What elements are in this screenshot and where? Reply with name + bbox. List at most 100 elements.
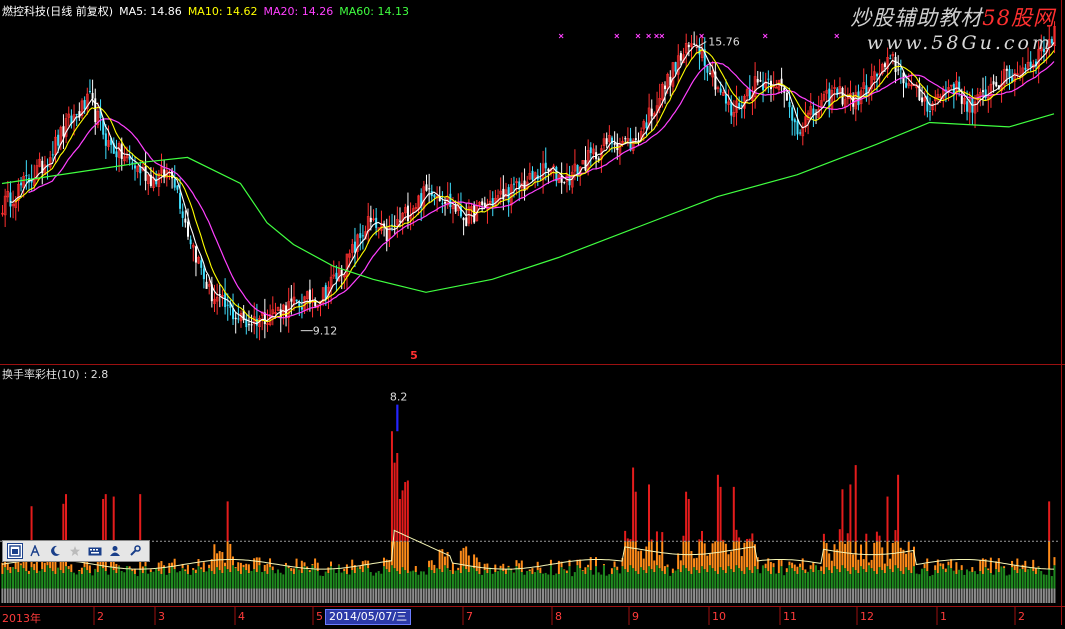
turnover-base (955, 588, 957, 603)
turnover-base (205, 588, 207, 603)
current-date-box: 2014/05/07/三 (325, 609, 411, 625)
star-icon[interactable] (67, 543, 83, 559)
turnover-low (20, 565, 22, 588)
turnover-low (433, 573, 435, 588)
turnover-low (131, 571, 133, 588)
turnover-base (274, 588, 276, 603)
turnover-mid (521, 561, 523, 573)
turnover-base (49, 588, 51, 603)
turnover-low (428, 567, 430, 588)
turnover-mid (863, 559, 865, 569)
candle-body (105, 133, 107, 145)
turnover-mid (192, 568, 194, 570)
candle-body (1009, 69, 1011, 77)
moon-icon[interactable] (47, 543, 63, 559)
candle-body (115, 151, 117, 157)
turnover-mid (200, 567, 202, 569)
candle-body (929, 111, 931, 112)
wrench-icon[interactable] (127, 543, 143, 559)
turnover-low (579, 568, 581, 588)
turnover-mid (979, 560, 981, 571)
signal-mark (647, 34, 651, 38)
turnover-base (494, 588, 496, 603)
turnover-mid (351, 560, 353, 570)
turnover-mid (847, 541, 849, 571)
turnover-base (264, 588, 266, 603)
turnover-low (240, 574, 242, 589)
turnover-base (794, 588, 796, 603)
turnover-mid (1032, 560, 1034, 571)
turnover-low (982, 574, 984, 589)
turnover-low (979, 571, 981, 588)
turnover-low (844, 568, 846, 588)
turnover-mid (841, 541, 843, 565)
turnover-base (224, 588, 226, 603)
candle-body (190, 240, 192, 245)
turnover-high (105, 494, 107, 541)
turnover-low (847, 571, 849, 588)
turnover-mid (831, 561, 833, 573)
turnover-base (465, 588, 467, 603)
turnover-base (661, 588, 663, 603)
turnover-low (354, 573, 356, 588)
turnover-low (208, 568, 210, 588)
person-icon[interactable] (107, 543, 123, 559)
turnover-base (176, 588, 178, 603)
high-label: 15.76 (708, 36, 740, 49)
turnover-base (812, 588, 814, 603)
turnover-low (940, 566, 942, 588)
turnover-base (632, 588, 634, 603)
turnover-base (391, 588, 393, 603)
turnover-low (818, 570, 820, 589)
turnover-mid (791, 563, 793, 568)
turnover-base (1040, 588, 1042, 603)
turnover-low (168, 573, 170, 588)
keyboard-icon[interactable] (87, 543, 103, 559)
candle-body (62, 126, 64, 136)
turnover-low (953, 571, 955, 588)
turnover-high (394, 463, 396, 542)
turnover-low (399, 574, 401, 589)
turnover-low (251, 571, 253, 589)
turnover-low (584, 574, 586, 589)
turnover-low (963, 575, 965, 589)
text-icon[interactable] (27, 543, 43, 559)
turnover-low (987, 570, 989, 588)
turnover-low (235, 568, 237, 588)
x-tick-label: 10 (712, 610, 726, 623)
candle-body (134, 165, 136, 168)
turnover-mid (1048, 541, 1050, 569)
turnover-low (955, 574, 957, 589)
turnover-low (929, 576, 931, 588)
candle-body (651, 109, 653, 117)
turnover-low (547, 574, 549, 588)
turnover-low (86, 570, 88, 588)
turnover-base (924, 588, 926, 603)
turnover-low (550, 565, 552, 588)
candle-body (757, 79, 759, 82)
turnover-base (15, 588, 17, 603)
turnover-low (863, 569, 865, 588)
candle-body (206, 282, 208, 289)
turnover-low (54, 574, 56, 589)
turnover-base (216, 588, 218, 603)
turnover-low (266, 574, 268, 589)
turnover-base (762, 588, 764, 603)
turnover-base (152, 588, 154, 603)
turnover-base (298, 588, 300, 603)
turnover-mid (110, 562, 112, 567)
turnover-base (1008, 588, 1010, 603)
turnover-low (603, 565, 605, 588)
candle-body (606, 138, 608, 144)
turnover-low (152, 572, 154, 589)
turnover-base (396, 588, 398, 603)
turnover-mid (266, 564, 268, 574)
turnover-base (31, 588, 33, 603)
turnover-low (910, 573, 912, 588)
window-icon[interactable] (7, 543, 23, 559)
turnover-low (150, 572, 152, 588)
turnover-low (396, 571, 398, 588)
turnover-mid (68, 566, 70, 569)
turnover-low (852, 567, 854, 588)
turnover-base (248, 588, 250, 603)
